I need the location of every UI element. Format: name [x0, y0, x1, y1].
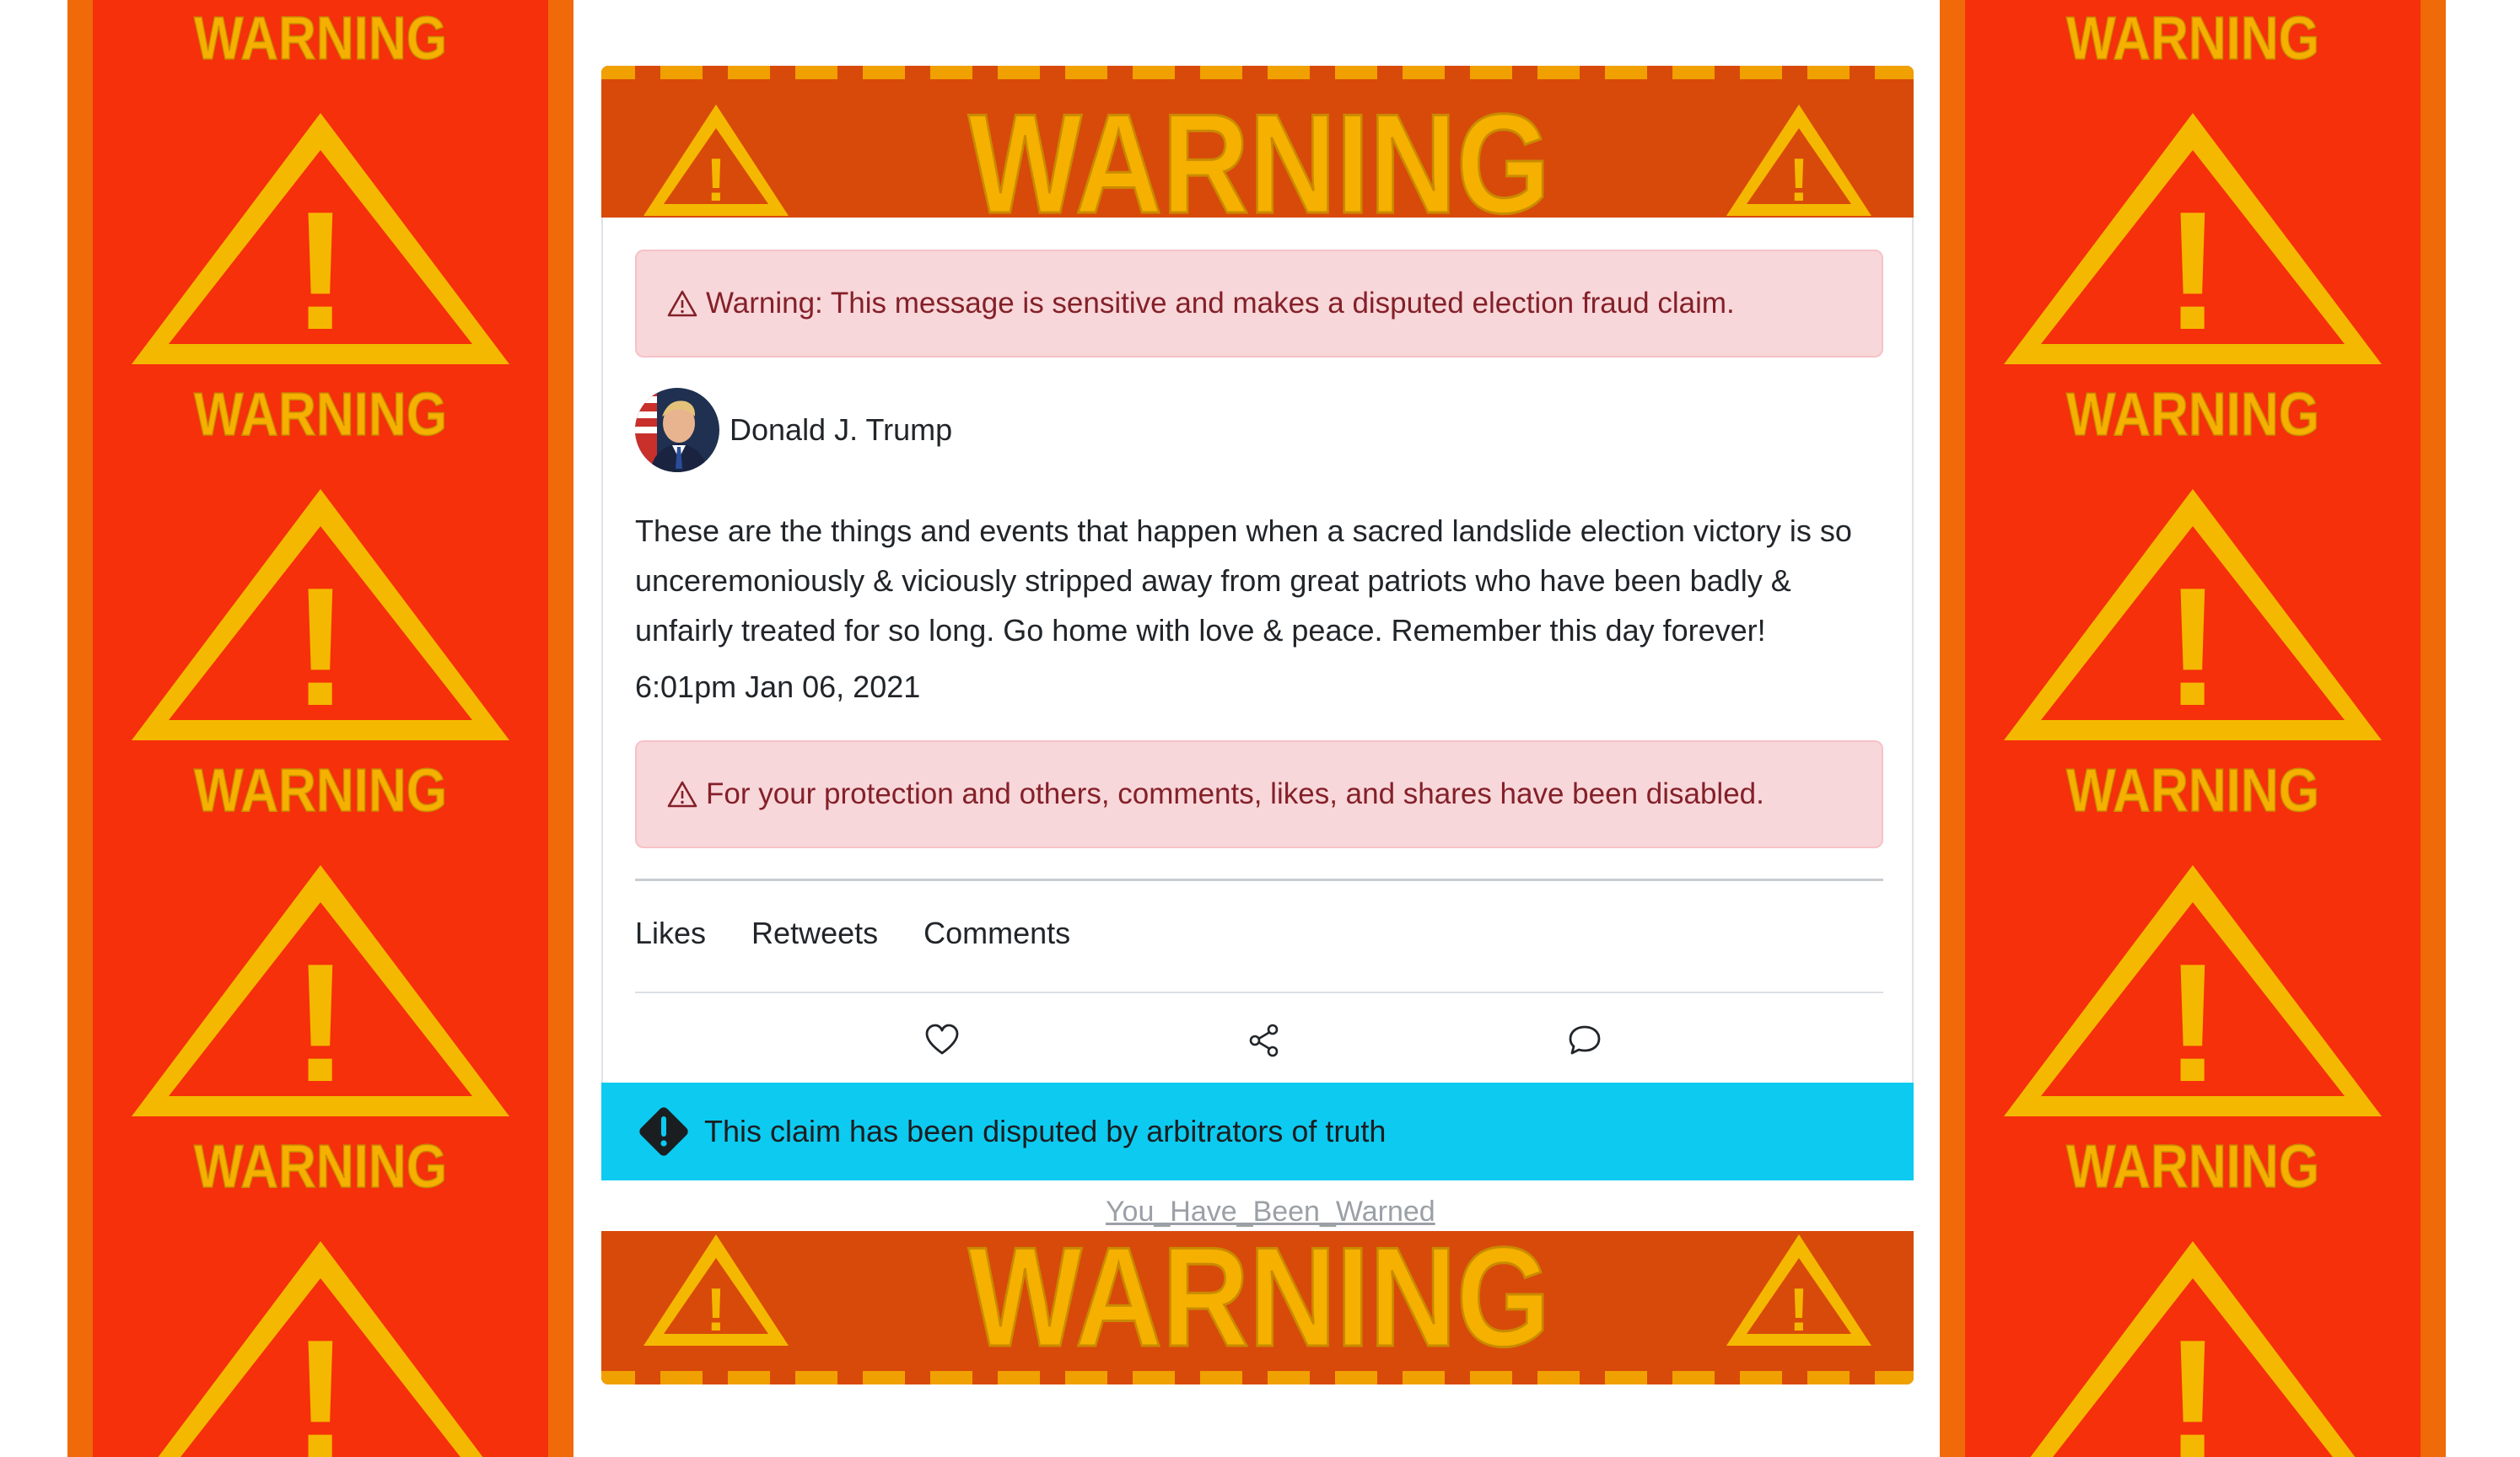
dispute-notice-bar: This claim has been disputed by arbitrat… — [601, 1083, 1914, 1180]
dispute-text: This claim has been disputed by arbitrat… — [704, 1114, 1387, 1148]
warning-triangle-icon: ! — [2004, 113, 2382, 365]
svg-text:!: ! — [2165, 553, 2221, 741]
svg-text:!: ! — [2165, 177, 2221, 365]
comments-count-link[interactable]: Comments — [923, 916, 1070, 951]
side-warning-text: WARNING — [2066, 1133, 2319, 1201]
author-name[interactable]: Donald J. Trump — [730, 412, 952, 448]
svg-text:!: ! — [293, 553, 349, 741]
warning-triangle-icon — [667, 290, 697, 317]
exclamation-diamond-icon — [639, 1107, 688, 1156]
right-warning-banner: WARNING WARNING WARNING WARNING!!!! — [1940, 0, 2446, 1457]
svg-text:!: ! — [2165, 929, 2221, 1117]
warning-triangle-icon — [667, 781, 697, 808]
post-timestamp: 6:01pm Jan 06, 2021 — [635, 669, 921, 704]
svg-text:!: ! — [1789, 147, 1809, 214]
left-banner-graphic: WARNING WARNING WARNING WARNING!!!! — [132, 4, 509, 1457]
svg-text:!: ! — [293, 929, 349, 1117]
svg-text:!: ! — [293, 177, 349, 365]
sensitive-alert-text: Warning: This message is sensitive and m… — [706, 287, 1735, 320]
warning-triangle-icon: ! — [132, 113, 509, 365]
side-warning-text: WARNING — [2066, 757, 2319, 825]
top-banner-graphic: ! ! WARNING — [601, 66, 1914, 219]
interactions-disabled-alert: For your protection and others, comments… — [635, 740, 1883, 848]
warning-triangle-icon: ! — [2004, 489, 2382, 741]
retweets-count-link[interactable]: Retweets — [751, 916, 878, 951]
warning-triangle-icon: ! — [2030, 1241, 2356, 1457]
side-warning-text: WARNING — [194, 381, 447, 449]
side-warning-text: WARNING — [194, 1133, 447, 1201]
banner-warning-text: WARNING — [968, 84, 1550, 219]
svg-text:!: ! — [1789, 1277, 1809, 1344]
disabled-alert-text: For your protection and others, comments… — [706, 777, 1764, 810]
right-banner-graphic: WARNING WARNING WARNING WARNING!!!! — [2004, 4, 2382, 1457]
side-warning-text: WARNING — [194, 5, 447, 73]
warning-triangle-icon: ! — [132, 865, 509, 1117]
side-warning-text: WARNING — [2066, 381, 2319, 449]
speech-bubble-icon[interactable] — [1566, 1022, 1603, 1059]
divider — [635, 992, 1883, 993]
svg-text:!: ! — [706, 1277, 726, 1344]
post-stats: Likes Retweets Comments — [635, 916, 1070, 951]
share-icon[interactable] — [1246, 1022, 1283, 1059]
bottom-warning-banner: ! ! WARNING — [601, 1231, 1914, 1384]
top-warning-banner: ! ! WARNING — [601, 66, 1914, 219]
likes-count-link[interactable]: Likes — [635, 916, 706, 951]
bottom-banner-graphic: ! ! WARNING — [601, 1231, 1914, 1384]
heart-icon[interactable] — [923, 1022, 961, 1059]
svg-text:!: ! — [293, 1305, 349, 1457]
you-have-been-warned-link[interactable]: You_Have_Been_Warned — [1106, 1196, 1435, 1229]
warning-triangle-icon: ! — [158, 1241, 483, 1457]
banner-warning-text: WARNING — [968, 1231, 1550, 1376]
avatar[interactable] — [635, 388, 719, 472]
post-card: Warning: This message is sensitive and m… — [601, 218, 1914, 1083]
left-warning-banner: WARNING WARNING WARNING WARNING!!!! — [67, 0, 573, 1457]
post-text: These are the things and events that hap… — [635, 513, 1852, 648]
side-warning-text: WARNING — [2066, 5, 2319, 73]
post-author: Donald J. Trump — [635, 388, 952, 472]
svg-text:!: ! — [706, 147, 726, 214]
divider — [635, 879, 1883, 881]
svg-text:!: ! — [2165, 1305, 2221, 1457]
side-warning-text: WARNING — [194, 757, 447, 825]
warning-triangle-icon: ! — [132, 489, 509, 741]
warning-triangle-icon: ! — [2004, 865, 2382, 1117]
sensitive-content-alert: Warning: This message is sensitive and m… — [635, 250, 1883, 358]
